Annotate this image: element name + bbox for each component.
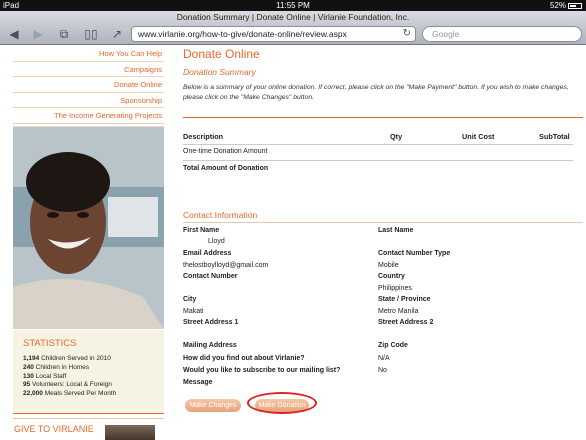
sidebar-item-how-you-can-help[interactable]: How You Can Help <box>13 46 164 62</box>
subscribe-value: No <box>378 367 387 374</box>
child-photo <box>13 126 164 329</box>
country-value: Philippines <box>378 285 412 292</box>
child-photo-art <box>13 127 164 329</box>
contact-title: Contact Information <box>183 210 258 220</box>
col-subtotal: SubTotal <box>539 132 570 141</box>
donation-row: One-time Donation Amount <box>183 148 268 155</box>
col-description: Description <box>183 132 224 141</box>
bookmarks-icon[interactable]: ▯▯ <box>83 27 99 41</box>
give-thumbnail[interactable] <box>105 425 155 440</box>
page-title-bar: Donation Summary | Donate Online | Virla… <box>0 11 586 23</box>
state-label: State / Province <box>378 296 431 303</box>
give-title[interactable]: GIVE TO VIRLANIE <box>14 424 94 434</box>
divider <box>183 117 583 118</box>
sidebar: How You Can Help Campaigns Donate Online… <box>13 46 164 440</box>
statistics-title: STATISTICS <box>23 338 77 349</box>
reload-icon[interactable]: ↻ <box>403 27 411 41</box>
state-value: Metro Manila <box>378 308 419 315</box>
contact-type-label: Contact Number Type <box>378 250 451 257</box>
stat-number: 95 <box>23 381 31 389</box>
highlight-circle <box>247 392 317 414</box>
stat-number: 22,000 <box>23 390 43 398</box>
sidebar-item-income-projects[interactable]: The Income Generating Projects <box>13 108 164 124</box>
message-label: Message <box>183 379 213 386</box>
sidebar-item-donate-online[interactable]: Donate Online <box>13 77 164 93</box>
battery-indicator: 52% <box>550 0 582 11</box>
col-qty: Qty <box>390 132 403 141</box>
search-input[interactable]: Google <box>422 26 582 42</box>
email-value: thelostboylloyd@gmail.com <box>183 262 269 269</box>
forward-icon[interactable]: ▶ <box>30 27 46 41</box>
battery-percent: 52% <box>549 1 566 10</box>
url-text: www.virlanie.org/how-to-give/donate-onli… <box>138 29 347 39</box>
stat-text: Children in Homes <box>35 363 90 371</box>
first-name-value: Lloyd <box>208 238 225 245</box>
browser-toolbar: ◀ ▶ ⧉ ▯▯ ↗ www.virlanie.org/how-to-give/… <box>0 23 586 45</box>
stat-item: 130 Local Staff <box>23 373 154 382</box>
zip-label: Zip Code <box>378 342 408 349</box>
stat-text: Volunteers: Local & Foreign <box>32 381 112 389</box>
country-label: Country <box>378 273 405 280</box>
col-unit-cost: Unit Cost <box>462 132 495 141</box>
tabs-icon[interactable]: ⧉ <box>56 27 72 41</box>
stat-item: 240 Children in Homes <box>23 364 154 373</box>
found-value: N/A <box>378 355 390 362</box>
ios-status-bar: iPad 11:55 PM 52% <box>0 0 586 11</box>
url-bar[interactable]: www.virlanie.org/how-to-give/donate-onli… <box>131 26 416 42</box>
contact-number-label: Contact Number <box>183 273 238 280</box>
stat-item: 95 Volunteers: Local & Foreign <box>23 381 154 390</box>
stat-text: Meals Served Per Month <box>44 390 117 398</box>
last-name-label: Last Name <box>378 227 414 234</box>
donation-total: Total Amount of Donation <box>183 165 269 172</box>
found-label: How did you find out about Virlanie? <box>183 355 305 362</box>
page-heading: Donate Online <box>183 47 260 61</box>
stat-item: 1,194 Children Served in 2010 <box>23 355 154 364</box>
first-name-label: First Name <box>183 227 220 234</box>
divider <box>183 144 573 145</box>
sidebar-item-campaigns[interactable]: Campaigns <box>13 62 164 77</box>
share-icon[interactable]: ↗ <box>109 27 125 41</box>
clock: 11:55 PM <box>276 1 310 10</box>
sidebar-item-sponsorship[interactable]: Sponsorship <box>13 93 164 108</box>
back-icon[interactable]: ◀ <box>6 27 22 41</box>
section-subtitle: Donation Summary <box>183 67 256 77</box>
web-page: How You Can Help Campaigns Donate Online… <box>0 46 586 440</box>
divider <box>183 222 583 223</box>
stat-number: 130 <box>23 372 34 380</box>
give-section: GIVE TO VIRLANIE <box>13 418 164 440</box>
street1-label: Street Address 1 <box>183 319 239 326</box>
contact-type-value: Mobile <box>378 262 399 269</box>
stat-item: 22,000 Meals Served Per Month <box>23 390 154 399</box>
mailing-label: Mailing Address <box>183 342 237 349</box>
subscribe-label: Would you like to subscribe to our maili… <box>183 367 341 374</box>
stat-text: Children Served in 2010 <box>41 355 111 362</box>
stat-text: Local Staff <box>35 372 67 380</box>
battery-icon <box>568 2 582 9</box>
make-changes-button[interactable]: Make Changes <box>185 399 241 412</box>
divider <box>183 160 573 161</box>
city-label: City <box>183 296 197 303</box>
city-value: Makati <box>183 308 204 315</box>
intro-text: Below is a summary of your online donati… <box>183 84 569 101</box>
stat-number: 1,194 <box>23 355 40 362</box>
statistics-panel: STATISTICS 1,194 Children Served in 2010… <box>13 330 164 414</box>
street2-label: Street Address 2 <box>378 319 434 326</box>
email-label: Email Address <box>183 250 232 257</box>
stat-number: 240 <box>23 363 34 371</box>
